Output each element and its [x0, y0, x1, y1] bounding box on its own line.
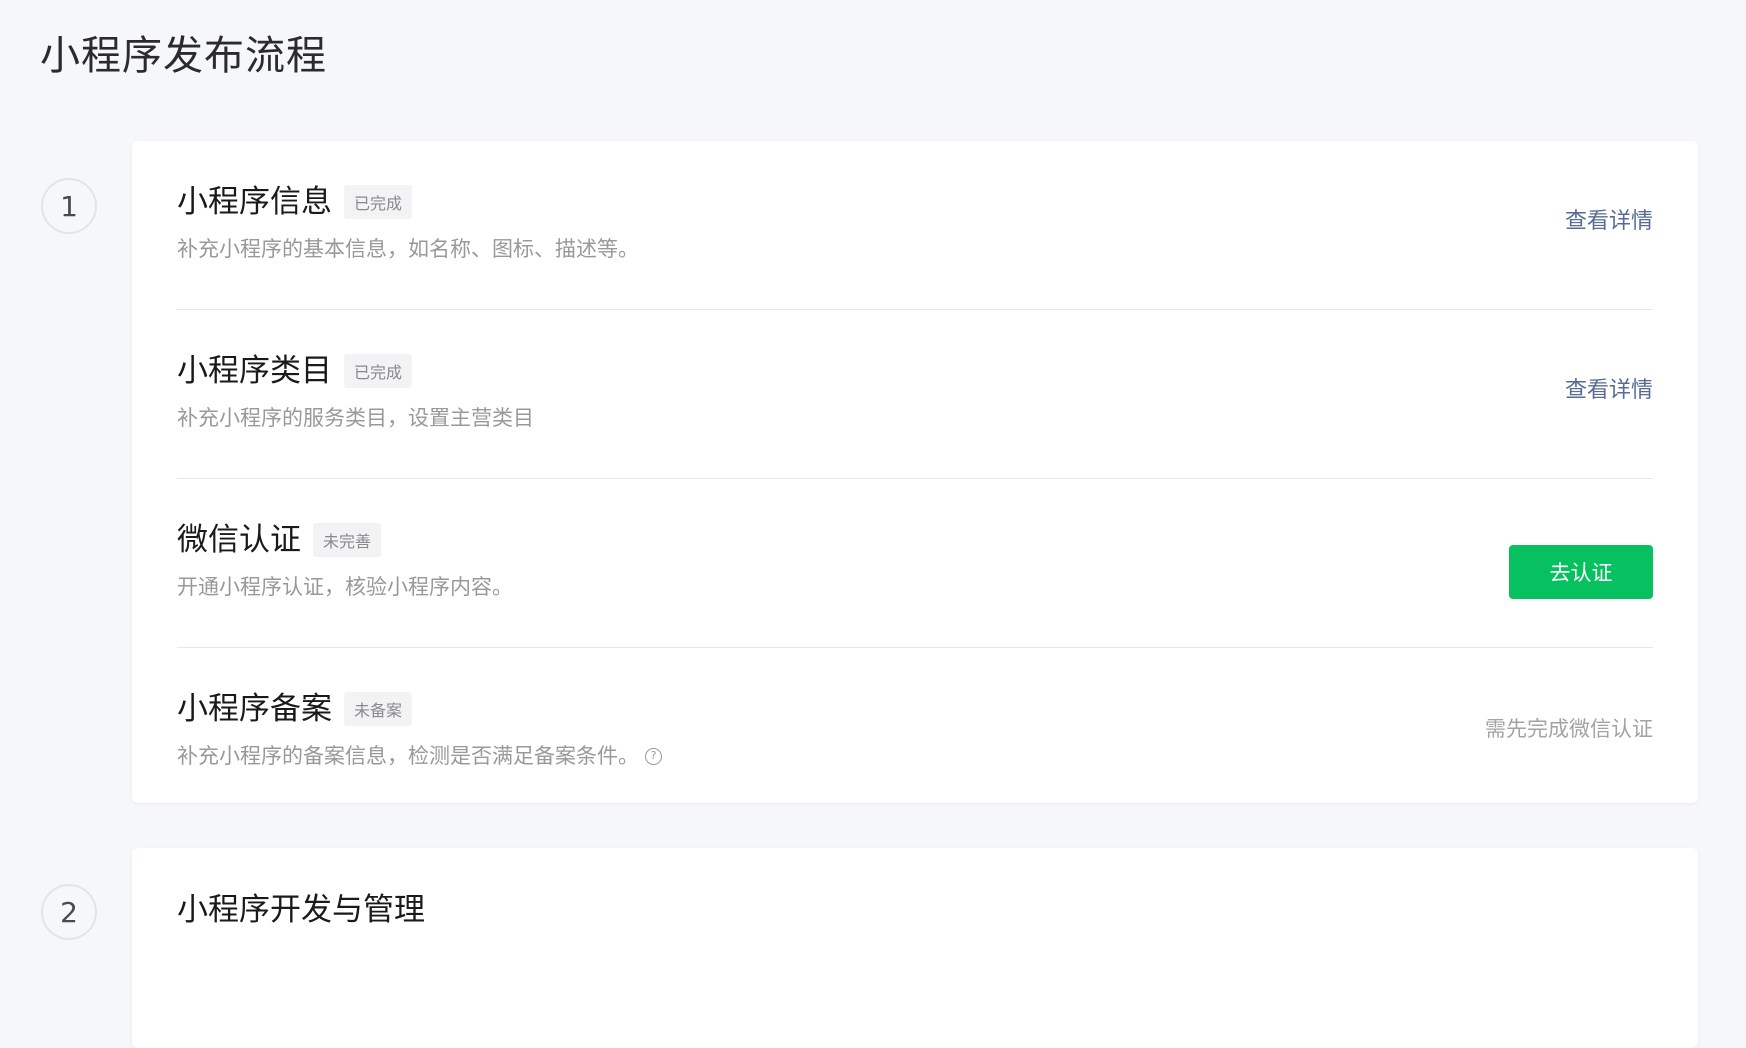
step-item-mini-program-info: 小程序信息 已完成 补充小程序的基本信息，如名称、图标、描述等。 查看详情	[177, 141, 1653, 310]
step-card-2: 小程序开发与管理	[132, 848, 1698, 1048]
step-item-wechat-verification: 微信认证 未完善 开通小程序认证，核验小程序内容。 去认证	[177, 479, 1653, 648]
item-title: 小程序信息	[177, 184, 332, 220]
item-title: 微信认证	[177, 522, 301, 558]
status-badge: 已完成	[344, 354, 413, 388]
step-card-1: 小程序信息 已完成 补充小程序的基本信息，如名称、图标、描述等。 查看详情 小程…	[132, 141, 1698, 803]
item-description: 开通小程序认证，核验小程序内容。	[177, 575, 513, 599]
item-description: 补充小程序的服务类目，设置主营类目	[177, 406, 534, 430]
item-description: 补充小程序的基本信息，如名称、图标、描述等。	[177, 237, 639, 261]
item-description: 补充小程序的备案信息，检测是否满足备案条件。	[177, 744, 639, 768]
step-number-1: 1	[41, 178, 97, 234]
go-verify-button[interactable]: 去认证	[1509, 545, 1653, 599]
item-title: 小程序备案	[177, 691, 332, 727]
step-item-mini-program-filing: 小程序备案 未备案 补充小程序的备案信息，检测是否满足备案条件。 ? 需先完成微…	[177, 648, 1653, 803]
requirement-hint: 需先完成微信认证	[1485, 717, 1653, 741]
question-circle-icon[interactable]: ?	[645, 747, 662, 765]
view-details-link[interactable]: 查看详情	[1565, 207, 1653, 237]
status-badge: 已完成	[344, 185, 413, 219]
status-badge: 未备案	[344, 692, 413, 726]
view-details-link[interactable]: 查看详情	[1565, 376, 1653, 406]
item-title: 小程序类目	[177, 353, 332, 389]
page-title: 小程序发布流程	[40, 33, 327, 79]
status-badge: 未完善	[313, 523, 382, 557]
step-number-2: 2	[41, 884, 97, 940]
step-item-mini-program-category: 小程序类目 已完成 补充小程序的服务类目，设置主营类目 查看详情	[177, 310, 1653, 479]
step-title: 小程序开发与管理	[177, 892, 425, 928]
